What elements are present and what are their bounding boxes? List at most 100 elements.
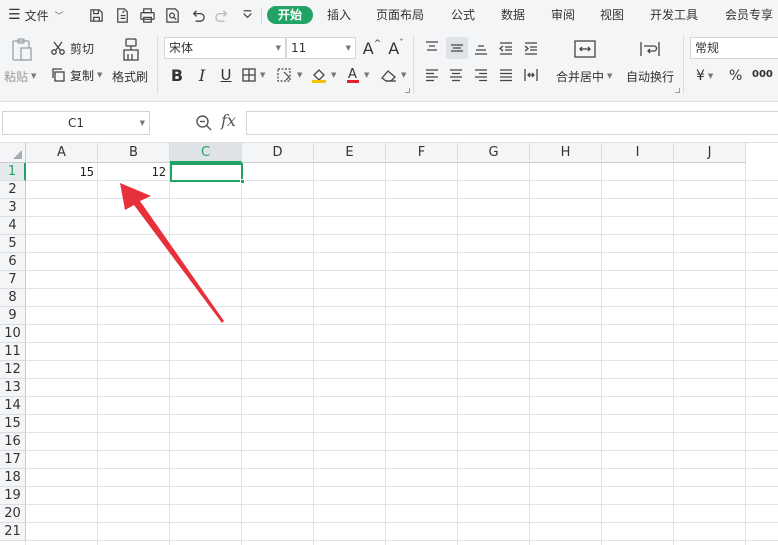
- tab-insert[interactable]: 插入: [327, 6, 351, 24]
- format-painter-button[interactable]: 格式刷: [112, 68, 148, 84]
- column-header-j[interactable]: J: [674, 143, 746, 163]
- row-gridline: [26, 288, 778, 289]
- active-cell-selection[interactable]: [170, 163, 245, 184]
- clear-button[interactable]: ▼: [380, 65, 406, 85]
- row-header-6[interactable]: 6: [0, 253, 26, 271]
- tab-formulas[interactable]: 公式: [451, 6, 475, 24]
- column-gridline: [745, 163, 746, 545]
- row-header-15[interactable]: 15: [0, 415, 26, 433]
- justify-icon[interactable]: [496, 65, 516, 85]
- align-left-icon[interactable]: [422, 65, 442, 85]
- row-header-14[interactable]: 14: [0, 397, 26, 415]
- select-all-corner[interactable]: [0, 143, 26, 163]
- align-top-icon[interactable]: [422, 38, 442, 58]
- tab-page-layout[interactable]: 页面布局: [376, 6, 424, 24]
- row-header-9[interactable]: 9: [0, 307, 26, 325]
- row-header-11[interactable]: 11: [0, 343, 26, 361]
- name-box[interactable]: C1 ▼: [2, 111, 150, 135]
- customize-quick-access-icon[interactable]: [237, 5, 257, 25]
- row-header-21[interactable]: 21: [0, 523, 26, 541]
- bold-icon[interactable]: B: [167, 65, 187, 85]
- column-header-b[interactable]: B: [98, 143, 170, 163]
- wrap-text-icon[interactable]: [638, 38, 662, 60]
- align-right-icon[interactable]: [471, 65, 491, 85]
- export-pdf-icon[interactable]: [112, 5, 132, 25]
- row-header-7[interactable]: 7: [0, 271, 26, 289]
- row-header-20[interactable]: 20: [0, 505, 26, 523]
- font-color-button[interactable]: A ▼: [345, 65, 369, 85]
- row-header-8[interactable]: 8: [0, 289, 26, 307]
- thousands-separator-button[interactable]: 000: [752, 64, 773, 84]
- column-gridline: [529, 163, 530, 545]
- fill-handle[interactable]: [240, 179, 245, 184]
- save-icon[interactable]: [86, 5, 106, 25]
- column-header-c[interactable]: C: [170, 143, 242, 163]
- distributed-align-icon[interactable]: [521, 65, 541, 85]
- row-header-12[interactable]: 12: [0, 361, 26, 379]
- tab-view[interactable]: 视图: [600, 6, 624, 24]
- paste-button[interactable]: 粘贴 ▼: [4, 68, 36, 84]
- tab-data[interactable]: 数据: [501, 6, 525, 24]
- font-dialog-launcher[interactable]: [405, 88, 410, 93]
- format-painter-icon[interactable]: [118, 36, 144, 64]
- number-format-select[interactable]: 常规: [690, 37, 778, 59]
- column-header-h[interactable]: H: [530, 143, 602, 163]
- cell-b1[interactable]: 12: [98, 163, 169, 181]
- copy-button[interactable]: 复制 ▼: [50, 66, 102, 84]
- row-gridline: [26, 540, 778, 541]
- merge-center-button[interactable]: 合并居中 ▼: [556, 68, 612, 84]
- row-header-5[interactable]: 5: [0, 235, 26, 253]
- column-header-f[interactable]: F: [386, 143, 458, 163]
- insert-function-button[interactable]: fx: [221, 111, 236, 130]
- column-header-g[interactable]: G: [458, 143, 530, 163]
- row-header-13[interactable]: 13: [0, 379, 26, 397]
- paste-icon[interactable]: [8, 36, 36, 64]
- column-header-i[interactable]: I: [602, 143, 674, 163]
- formula-input[interactable]: [246, 111, 778, 135]
- currency-button[interactable]: ¥ ▼: [696, 66, 713, 86]
- italic-icon[interactable]: I: [192, 65, 212, 85]
- zoom-search-icon[interactable]: [195, 114, 213, 135]
- print-icon[interactable]: [137, 5, 157, 25]
- tab-developer[interactable]: 开发工具: [650, 6, 698, 24]
- fill-color-button[interactable]: ▼: [310, 65, 336, 85]
- underline-icon[interactable]: U: [216, 65, 236, 85]
- cell-style-button[interactable]: ▼: [276, 65, 302, 85]
- row-header-4[interactable]: 4: [0, 217, 26, 235]
- row-header-3[interactable]: 3: [0, 199, 26, 217]
- redo-icon[interactable]: [212, 5, 232, 25]
- row-header-18[interactable]: 18: [0, 469, 26, 487]
- file-menu[interactable]: ☰ 文件 ﹀: [8, 6, 64, 24]
- column-header-e[interactable]: E: [314, 143, 386, 163]
- row-header-17[interactable]: 17: [0, 451, 26, 469]
- align-middle-icon[interactable]: [446, 37, 468, 59]
- column-header-d[interactable]: D: [242, 143, 314, 163]
- align-bottom-icon[interactable]: [471, 38, 491, 58]
- chevron-down-icon: ▼: [607, 72, 613, 80]
- row-header-2[interactable]: 2: [0, 181, 26, 199]
- decrease-font-size-icon[interactable]: Aˇ: [386, 38, 406, 58]
- cell-a1[interactable]: 15: [26, 163, 97, 181]
- tab-member[interactable]: 会员专享: [725, 6, 773, 24]
- increase-indent-icon[interactable]: [521, 38, 541, 58]
- print-preview-icon[interactable]: [162, 5, 182, 25]
- font-size-select[interactable]: 11 ▼: [286, 37, 356, 59]
- merge-center-icon[interactable]: [573, 38, 597, 60]
- align-center-icon[interactable]: [446, 65, 466, 85]
- row-header-16[interactable]: 16: [0, 433, 26, 451]
- row-header-10[interactable]: 10: [0, 325, 26, 343]
- decrease-indent-icon[interactable]: [496, 38, 516, 58]
- borders-button[interactable]: ▼: [241, 65, 265, 85]
- column-header-a[interactable]: A: [26, 143, 98, 163]
- row-header-1[interactable]: 1: [0, 163, 26, 181]
- row-header-19[interactable]: 19: [0, 487, 26, 505]
- wrap-text-button[interactable]: 自动换行: [626, 68, 674, 84]
- tab-home[interactable]: 开始: [267, 6, 314, 24]
- tab-review[interactable]: 审阅: [551, 6, 575, 24]
- increase-font-size-icon[interactable]: A ^: [362, 38, 382, 58]
- alignment-dialog-launcher[interactable]: [675, 88, 680, 93]
- font-name-select[interactable]: 宋体 ▼: [164, 37, 286, 59]
- cut-button[interactable]: 剪切: [50, 39, 94, 57]
- percent-button[interactable]: %: [729, 66, 742, 86]
- undo-icon[interactable]: [187, 5, 207, 25]
